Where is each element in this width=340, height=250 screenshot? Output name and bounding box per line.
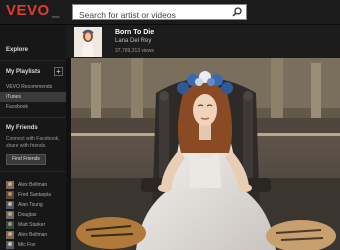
video-player[interactable]	[71, 58, 340, 250]
sidebar-divider	[0, 171, 66, 172]
friend-item[interactable]: Alex Bellman	[6, 181, 66, 189]
song-title: Born To Die	[115, 29, 155, 36]
friend-name: Alex Bellman	[18, 182, 48, 188]
my-playlists-heading: My Playlists	[6, 69, 41, 75]
vevo-app: VEVO beta Explore My Playlists + VEVO Re…	[0, 0, 340, 250]
song-artist[interactable]: Lana Del Rey	[115, 38, 151, 44]
avatar	[6, 191, 14, 199]
sidebar-explore[interactable]: Explore	[6, 47, 28, 53]
playlist-item-vevo-recommends[interactable]: VEVO Recommends	[0, 82, 66, 92]
sidebar-divider	[0, 60, 66, 61]
friend-name: Douglas	[18, 212, 37, 218]
logo-text: VEVO	[6, 2, 50, 19]
friend-item[interactable]: Douglas	[6, 211, 66, 219]
friend-name: Mic Fox	[18, 242, 36, 248]
friends-description: Connect with Facebook, share with friend…	[6, 136, 60, 149]
avatar	[6, 201, 14, 209]
top-bar: VEVO beta	[0, 0, 340, 25]
friend-name: Alex Bellman	[18, 232, 48, 238]
friend-item[interactable]: Fred Santarpia	[6, 191, 66, 199]
avatar	[6, 221, 14, 229]
add-playlist-button[interactable]: +	[54, 67, 63, 76]
avatar	[6, 231, 14, 239]
friend-item[interactable]: Alan Tsung	[6, 201, 66, 209]
logo-sub: beta	[51, 14, 60, 19]
view-count: 37,799,313 views	[115, 48, 154, 54]
avatar	[6, 181, 14, 189]
now-playing-header: Born To Die Lana Del Rey 37,799,313 view…	[66, 25, 340, 58]
video-thumbnail[interactable]	[74, 27, 102, 57]
find-friends-button[interactable]: Find Friends	[6, 154, 46, 165]
avatar	[6, 241, 14, 249]
friend-item[interactable]: Mic Fox	[6, 241, 66, 249]
search-box	[72, 4, 247, 22]
my-friends-heading: My Friends	[6, 125, 38, 131]
vevo-logo[interactable]: VEVO beta	[6, 3, 59, 21]
friend-name: Fred Santarpia	[18, 192, 52, 198]
friend-item[interactable]: Alex Bellman	[6, 231, 66, 239]
friend-item[interactable]: Matt Starker	[6, 221, 66, 229]
playlist-item-facebook[interactable]: Facebook	[0, 102, 66, 112]
friend-name: Matt Starker	[18, 222, 46, 228]
sidebar-divider	[0, 117, 66, 118]
search-input[interactable]	[73, 8, 229, 22]
video-frame	[71, 58, 340, 250]
search-icon[interactable]	[231, 6, 243, 18]
sidebar: Explore My Playlists + VEVO Recommends i…	[0, 25, 66, 250]
avatar	[6, 211, 14, 219]
friend-name: Alan Tsung	[18, 202, 43, 208]
playlist-item-itunes[interactable]: iTunes	[0, 92, 66, 102]
